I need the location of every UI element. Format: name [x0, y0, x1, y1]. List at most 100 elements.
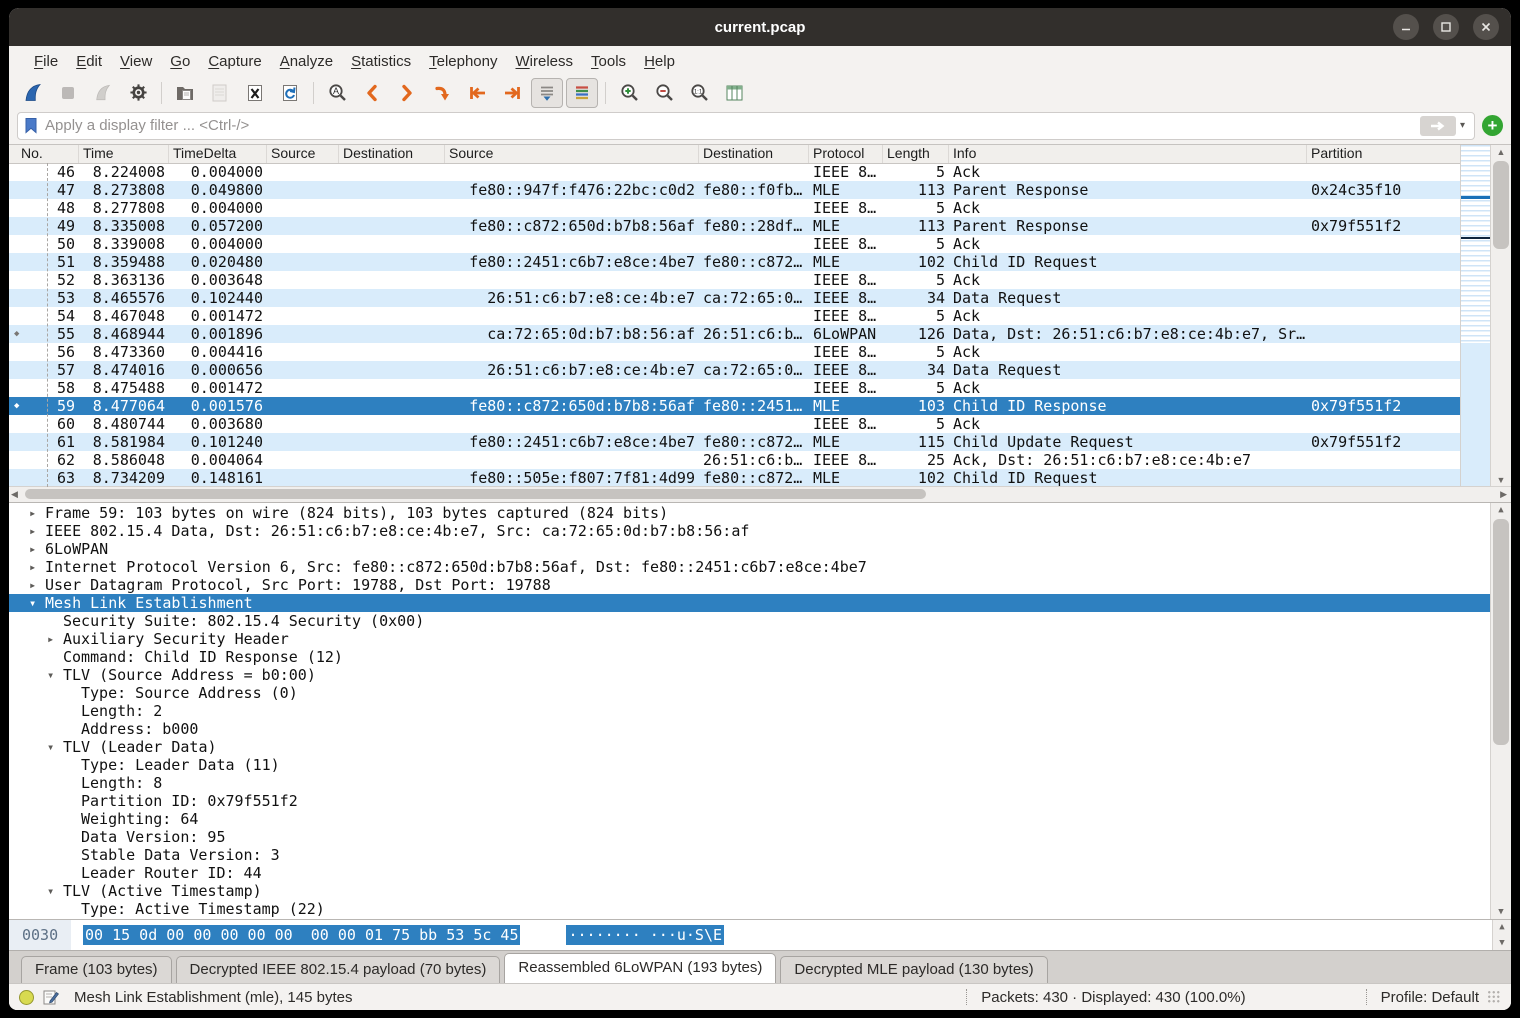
detail-line[interactable]: Leader Router ID: 44	[9, 864, 1492, 882]
packet-row[interactable]: 588.4754880.001472IEEE 8…5Ack	[9, 379, 1461, 397]
packet-row[interactable]: 608.4807440.003680IEEE 8…5Ack	[9, 415, 1461, 433]
detail-line[interactable]: ▸Internet Protocol Version 6, Src: fe80:…	[9, 558, 1492, 576]
packet-row[interactable]: 618.5819840.101240fe80::2451:c6b7:e8ce:4…	[9, 433, 1461, 451]
packet-row[interactable]: 538.4655760.10244026:51:c6:b7:e8:ce:4b:e…	[9, 289, 1461, 307]
detail-line[interactable]: Address: b000	[9, 720, 1492, 738]
scroll-left-icon[interactable]: ◀	[11, 487, 18, 502]
packet-row[interactable]: 478.2738080.049800fe80::947f:f476:22bc:c…	[9, 181, 1461, 199]
colorize-icon[interactable]	[566, 78, 598, 108]
menu-wireless[interactable]: Wireless	[507, 49, 583, 74]
collapse-arrow-icon[interactable]: ▾	[47, 738, 63, 756]
scroll-up-icon[interactable]: ▲	[1493, 920, 1511, 934]
menu-edit[interactable]: Edit	[67, 49, 111, 74]
bytes-tab[interactable]: Decrypted MLE payload (130 bytes)	[780, 956, 1047, 983]
menu-tools[interactable]: Tools	[582, 49, 635, 74]
detail-line[interactable]: Length: 8	[9, 774, 1492, 792]
packet-row[interactable]: 498.3350080.057200fe80::c872:650d:b7b8:5…	[9, 217, 1461, 235]
zoom-in-icon[interactable]	[613, 78, 645, 108]
apply-filter-button[interactable]	[1420, 116, 1456, 136]
menu-file[interactable]: File	[25, 49, 67, 74]
menu-help[interactable]: Help	[635, 49, 684, 74]
bytes-tab[interactable]: Decrypted IEEE 802.15.4 payload (70 byte…	[176, 956, 501, 983]
titlebar[interactable]: current.pcap	[9, 8, 1511, 46]
auto-scroll-icon[interactable]	[531, 78, 563, 108]
detail-line[interactable]: Type: Source Address (0)	[9, 684, 1492, 702]
column-header-source[interactable]: Source	[267, 145, 339, 163]
collapse-arrow-icon[interactable]: ▾	[29, 594, 45, 612]
stop-capture-icon[interactable]	[52, 78, 84, 108]
bookmark-icon[interactable]	[24, 117, 38, 134]
detail-line[interactable]: ▸Auxiliary Security Header	[9, 630, 1492, 648]
capture-comment-icon[interactable]	[43, 989, 59, 1005]
packet-row[interactable]: 578.4740160.00065626:51:c6:b7:e8:ce:4b:e…	[9, 361, 1461, 379]
menu-statistics[interactable]: Statistics	[342, 49, 420, 74]
packet-row-selected[interactable]: ◆598.4770640.001576fe80::c872:650d:b7b8:…	[9, 397, 1461, 415]
resize-grip[interactable]	[1487, 990, 1501, 1004]
start-capture-icon[interactable]	[17, 78, 49, 108]
zoom-out-icon[interactable]	[648, 78, 680, 108]
resize-columns-icon[interactable]	[718, 78, 750, 108]
go-first-icon[interactable]	[461, 78, 493, 108]
column-header-source[interactable]: Source	[445, 145, 699, 163]
expert-info-icon[interactable]	[19, 990, 34, 1005]
find-packet-icon[interactable]: A	[321, 78, 353, 108]
column-header-destination[interactable]: Destination	[699, 145, 809, 163]
detail-line[interactable]: Data Version: 95	[9, 828, 1492, 846]
reload-file-icon[interactable]	[274, 78, 306, 108]
packet-list-vscrollbar[interactable]: ▲ ▼	[1490, 145, 1511, 487]
detail-line[interactable]: ▾TLV (Source Address = b0:00)	[9, 666, 1492, 684]
scroll-down-icon[interactable]: ▼	[1491, 473, 1511, 487]
column-header-protocol[interactable]: Protocol	[809, 145, 883, 163]
column-header-partition[interactable]: Partition	[1307, 145, 1461, 163]
bytes-vscrollbar[interactable]: ▲ ▼	[1492, 920, 1511, 950]
menu-go[interactable]: Go	[161, 49, 199, 74]
detail-line[interactable]: ▸User Datagram Protocol, Src Port: 19788…	[9, 576, 1492, 594]
packet-row[interactable]: 548.4670480.001472IEEE 8…5Ack	[9, 307, 1461, 325]
collapse-arrow-icon[interactable]: ▾	[47, 882, 63, 900]
column-header-info[interactable]: Info	[949, 145, 1307, 163]
column-header-destination[interactable]: Destination	[339, 145, 445, 163]
column-header-timedelta[interactable]: TimeDelta	[169, 145, 267, 163]
go-to-packet-icon[interactable]	[426, 78, 458, 108]
detail-line[interactable]: Security Suite: 802.15.4 Security (0x00)	[9, 612, 1492, 630]
scroll-down-icon[interactable]: ▼	[1493, 936, 1511, 950]
hex-bytes[interactable]: 00 15 0d 00 00 00 00 00 00 00 01 75 bb 5…	[83, 926, 520, 944]
bytes-tab[interactable]: Frame (103 bytes)	[21, 956, 172, 983]
scroll-up-icon[interactable]: ▲	[1491, 145, 1511, 159]
packet-row[interactable]: 568.4733600.004416IEEE 8…5Ack	[9, 343, 1461, 361]
detail-line[interactable]: Stable Data Version: 3	[9, 846, 1492, 864]
column-header-time[interactable]: Time	[79, 145, 169, 163]
detail-line[interactable]: ▸IEEE 802.15.4 Data, Dst: 26:51:c6:b7:e8…	[9, 522, 1492, 540]
packet-row[interactable]: 528.3631360.003648IEEE 8…5Ack	[9, 271, 1461, 289]
save-file-icon[interactable]	[204, 78, 236, 108]
restart-capture-icon[interactable]	[87, 78, 119, 108]
packet-row[interactable]: 488.2778080.004000IEEE 8…5Ack	[9, 199, 1461, 217]
maximize-icon[interactable]	[1433, 14, 1459, 40]
profile-status[interactable]: Profile: Default	[1381, 989, 1479, 1006]
scroll-right-icon[interactable]: ▶	[1500, 487, 1507, 502]
menu-capture[interactable]: Capture	[199, 49, 270, 74]
expand-arrow-icon[interactable]: ▸	[29, 504, 45, 522]
close-icon[interactable]	[1473, 14, 1499, 40]
expand-arrow-icon[interactable]: ▸	[29, 576, 45, 594]
packet-row[interactable]: 468.2240080.004000IEEE 8…5Ack	[9, 163, 1461, 181]
detail-line[interactable]: Weighting: 64	[9, 810, 1492, 828]
packet-row[interactable]: ◆558.4689440.001896ca:72:65:0d:b7:b8:56:…	[9, 325, 1461, 343]
expand-arrow-icon[interactable]: ▸	[29, 558, 45, 576]
packet-list-hscrollbar[interactable]: ◀ ▶	[9, 486, 1511, 502]
menu-view[interactable]: View	[111, 49, 161, 74]
hex-ascii[interactable]: ········ ···u·S\E	[566, 926, 724, 944]
detail-line[interactable]: ▾TLV (Leader Data)	[9, 738, 1492, 756]
scrollbar-thumb[interactable]	[1493, 519, 1509, 745]
filter-dropdown-caret-icon[interactable]: ▾	[1456, 120, 1469, 131]
capture-options-icon[interactable]	[122, 78, 154, 108]
go-last-icon[interactable]	[496, 78, 528, 108]
column-header-length[interactable]: Length	[883, 145, 949, 163]
detail-line[interactable]: Length: 2	[9, 702, 1492, 720]
zoom-reset-icon[interactable]: 1:1	[683, 78, 715, 108]
packet-row[interactable]: 628.5860480.00406426:51:c6:b…IEEE 8…25Ac…	[9, 451, 1461, 469]
close-file-icon[interactable]	[239, 78, 271, 108]
expand-arrow-icon[interactable]: ▸	[29, 540, 45, 558]
packet-row[interactable]: 508.3390080.004000IEEE 8…5Ack	[9, 235, 1461, 253]
menu-telephony[interactable]: Telephony	[420, 49, 506, 74]
